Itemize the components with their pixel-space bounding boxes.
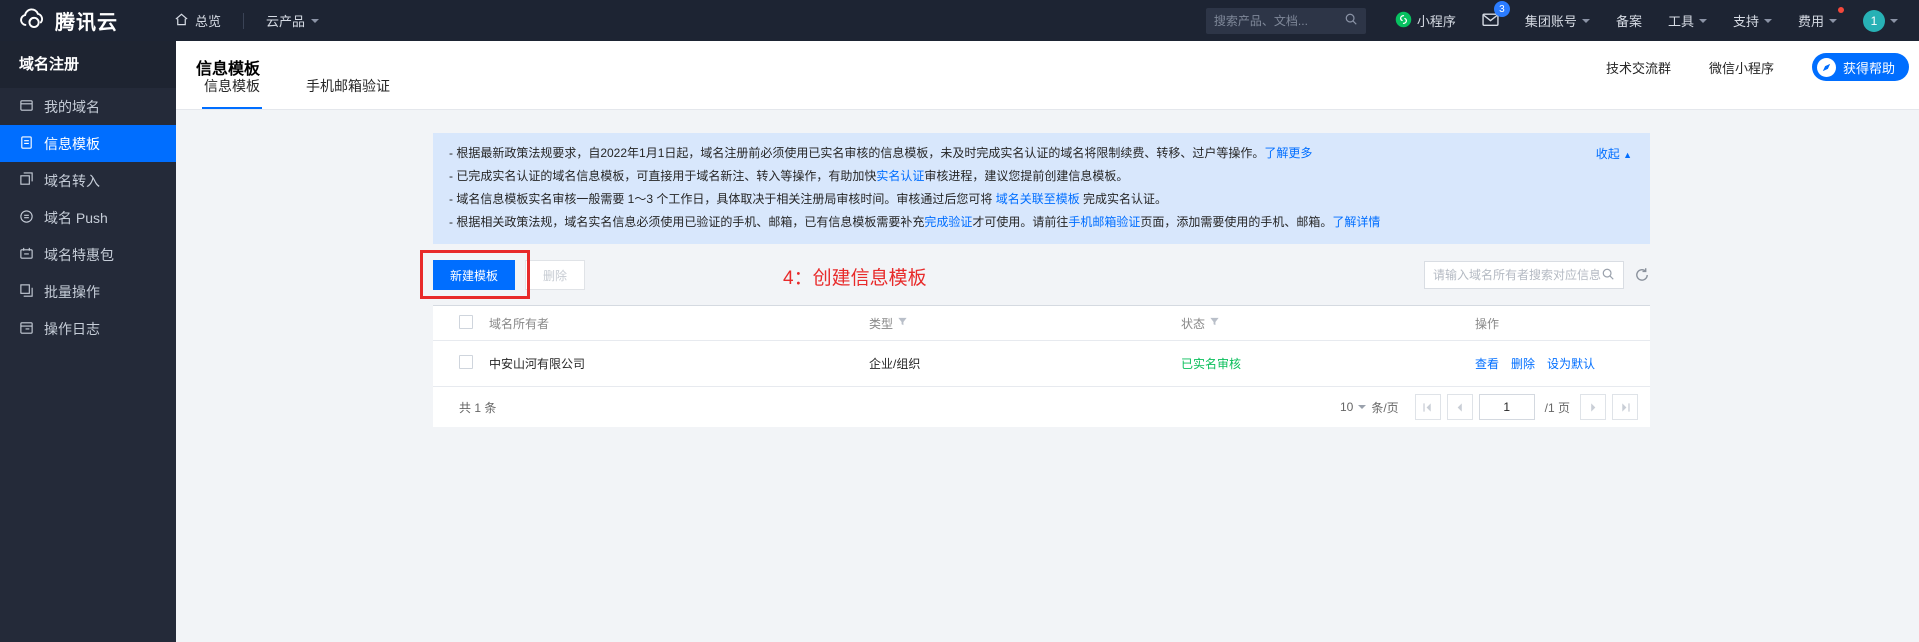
- table-header-row: 域名所有者 类型 状态 操作: [433, 306, 1650, 341]
- group-account-menu[interactable]: 集团账号: [1514, 0, 1601, 41]
- get-help-button[interactable]: 获得帮助: [1812, 53, 1909, 81]
- table-row: 中安山河有限公司 企业/组织 已实名审核 查看 删除 设为默认: [433, 341, 1650, 387]
- create-template-button[interactable]: 新建模板: [433, 260, 515, 290]
- filter-icon[interactable]: [897, 316, 908, 330]
- link-domain-to-template-link[interactable]: 域名关联至模板: [996, 192, 1080, 206]
- notice-line: - 已完成实名认证的域名信息模板，可直接用于域名新注、转入等操作，有助加快实名认…: [449, 165, 1634, 188]
- batch-operation-icon: [19, 283, 34, 301]
- home-icon: [174, 12, 189, 30]
- mini-program-entry[interactable]: 小程序: [1384, 0, 1467, 41]
- tencent-cloud-logo-icon: [18, 6, 45, 36]
- last-page-button[interactable]: [1612, 394, 1638, 420]
- sidebar-item-operation-log[interactable]: 操作日志: [0, 310, 176, 347]
- info-template-icon: [19, 135, 34, 153]
- messages-entry[interactable]: 3: [1471, 0, 1510, 41]
- prev-page-button[interactable]: [1447, 394, 1473, 420]
- avatar: 1: [1863, 10, 1885, 32]
- wechat-mini-program-link[interactable]: 微信小程序: [1709, 58, 1774, 77]
- beian-entry[interactable]: 备案: [1605, 0, 1653, 41]
- nav-overview[interactable]: 总览: [158, 0, 237, 41]
- tab-bar: 信息模板 手机邮箱验证: [196, 76, 392, 109]
- sidebar-title: 域名注册: [0, 41, 176, 88]
- row-checkbox[interactable]: [459, 355, 473, 369]
- my-domains-icon: [19, 98, 34, 116]
- select-all-checkbox[interactable]: [459, 315, 473, 329]
- delete-button[interactable]: 删除: [525, 260, 585, 290]
- account-menu[interactable]: 1: [1852, 0, 1909, 41]
- chevron-down-icon: [1582, 19, 1590, 27]
- learn-more-link[interactable]: 了解更多: [1264, 146, 1312, 160]
- billing-menu[interactable]: 费用: [1787, 0, 1848, 41]
- operation-log-icon: [19, 320, 34, 338]
- policy-notice-box: - 根据最新政策法规要求，自2022年1月1日起，域名注册前必须使用已实名审核的…: [433, 133, 1650, 244]
- chevron-down-icon: [311, 19, 319, 27]
- sidebar-item-transfer-in[interactable]: 域名转入: [0, 162, 176, 199]
- real-name-auth-link[interactable]: 实名认证: [876, 169, 924, 183]
- tab-phone-email-verify[interactable]: 手机邮箱验证: [304, 76, 392, 109]
- search-icon[interactable]: [1344, 12, 1358, 29]
- refresh-icon[interactable]: [1634, 267, 1650, 283]
- chevron-down-icon: [1829, 19, 1837, 27]
- cell-actions: 查看 删除 设为默认: [1475, 355, 1650, 372]
- template-table: 域名所有者 类型 状态 操作: [433, 305, 1650, 427]
- template-search-box[interactable]: [1424, 261, 1624, 289]
- global-search-input[interactable]: [1214, 14, 1344, 28]
- sidebar-item-batch-operation[interactable]: 批量操作: [0, 273, 176, 310]
- notice-line: - 根据最新政策法规要求，自2022年1月1日起，域名注册前必须使用已实名审核的…: [449, 142, 1634, 165]
- toolbar: 新建模板 删除 4：创建信息模板: [433, 259, 1650, 291]
- chevron-down-icon: [1358, 405, 1366, 413]
- cell-status-badge: 已实名审核: [1181, 355, 1475, 372]
- tech-group-link[interactable]: 技术交流群: [1606, 58, 1671, 77]
- tutorial-step-annotation: 4：创建信息模板: [783, 263, 927, 290]
- total-count-label: 共 1 条: [459, 399, 496, 416]
- support-menu[interactable]: 支持: [1722, 0, 1783, 41]
- help-compass-icon: [1817, 58, 1836, 77]
- tab-info-template[interactable]: 信息模板: [202, 76, 262, 109]
- tools-menu[interactable]: 工具: [1657, 0, 1718, 41]
- global-search-box[interactable]: [1206, 8, 1366, 34]
- chevron-down-icon: [1764, 19, 1772, 27]
- brand-name: 腾讯云: [55, 6, 118, 35]
- collapse-notice-button[interactable]: 收起 ▲: [1596, 143, 1632, 167]
- chevron-down-icon: [1699, 19, 1707, 27]
- domain-push-icon: [19, 209, 34, 227]
- next-page-button[interactable]: [1580, 394, 1606, 420]
- cell-type: 企业/组织: [869, 355, 1181, 372]
- total-pages-label: /1 页: [1545, 399, 1570, 416]
- chevron-down-icon: [1890, 19, 1898, 27]
- top-nav-bar: 腾讯云 总览 云产品 小程序 3 集团: [0, 0, 1919, 41]
- sidebar-item-domain-push[interactable]: 域名 Push: [0, 199, 176, 236]
- page-size-select[interactable]: 10 条/页: [1340, 399, 1399, 416]
- brand[interactable]: 腾讯云: [18, 6, 118, 36]
- sidebar-item-my-domains[interactable]: 我的域名: [0, 88, 176, 125]
- view-action-link[interactable]: 查看: [1475, 355, 1499, 372]
- sidebar-item-discount-package[interactable]: 域名特惠包: [0, 236, 176, 273]
- discount-package-icon: [19, 246, 34, 264]
- complete-verification-link[interactable]: 完成验证: [924, 215, 972, 229]
- delete-action-link[interactable]: 删除: [1511, 355, 1535, 372]
- notice-line: - 域名信息模板实名审核一般需要 1～3 个工作日，具体取决于相关注册局审核时间…: [449, 188, 1634, 211]
- nav-cloud-products[interactable]: 云产品: [250, 0, 335, 41]
- set-default-action-link[interactable]: 设为默认: [1547, 355, 1595, 372]
- learn-details-link[interactable]: 了解详情: [1332, 215, 1380, 229]
- nav-divider: [243, 13, 244, 29]
- transfer-in-icon: [19, 172, 34, 190]
- filter-icon[interactable]: [1209, 316, 1220, 330]
- sidebar: 域名注册 我的域名 信息模板 域名转入 域名 Push: [0, 41, 176, 642]
- sidebar-item-info-template[interactable]: 信息模板: [0, 125, 176, 162]
- template-search-input[interactable]: [1433, 268, 1601, 282]
- chevron-up-icon: ▲: [1623, 150, 1632, 160]
- mini-program-icon: [1395, 11, 1412, 31]
- pagination-bar: 共 1 条 10 条/页: [433, 387, 1650, 427]
- content-header: 信息模板 技术交流群 微信小程序 获得帮助 信息模板 手机邮箱验证: [176, 41, 1919, 110]
- billing-alert-dot: [1838, 7, 1844, 13]
- cell-domain-owner: 中安山河有限公司: [489, 355, 869, 372]
- notice-line: - 根据相关政策法规，域名实名信息必须使用已验证的手机、邮箱，已有信息模板需要补…: [449, 211, 1634, 234]
- current-page-input[interactable]: [1479, 394, 1535, 420]
- phone-email-verify-link[interactable]: 手机邮箱验证: [1068, 215, 1140, 229]
- search-icon[interactable]: [1601, 267, 1615, 284]
- first-page-button[interactable]: [1415, 394, 1441, 420]
- mail-count-badge: 3: [1494, 1, 1510, 17]
